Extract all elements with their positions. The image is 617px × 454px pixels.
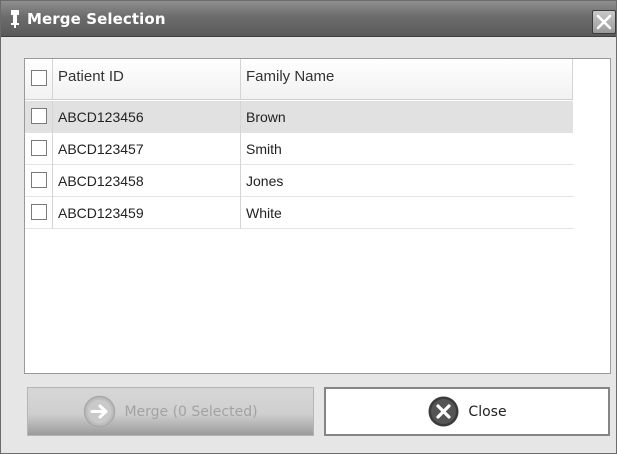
table-row[interactable]: ABCD123457 Smith	[25, 133, 573, 165]
column-divider	[240, 133, 241, 165]
arrow-right-circle-icon	[84, 395, 116, 428]
title-bar[interactable]: Merge Selection	[1, 1, 616, 37]
cell-patient-id: ABCD123459	[58, 205, 144, 221]
column-header-family-name[interactable]: Family Name	[246, 68, 334, 85]
cell-patient-id: ABCD123458	[58, 173, 144, 189]
table-row[interactable]: ABCD123458 Jones	[25, 165, 573, 197]
cell-family-name: Jones	[246, 173, 284, 189]
close-window-button[interactable]	[592, 10, 616, 34]
close-button[interactable]: Close	[324, 387, 610, 436]
dialog-title: Merge Selection	[27, 10, 166, 28]
cell-patient-id: ABCD123456	[58, 109, 144, 125]
table-row[interactable]: ABCD123459 White	[25, 197, 573, 229]
row-checkbox[interactable]	[31, 140, 47, 156]
table-row[interactable]: ABCD123456 Brown	[25, 101, 573, 133]
column-divider	[240, 59, 241, 100]
row-checkbox[interactable]	[31, 108, 47, 124]
close-button-label: Close	[468, 403, 507, 420]
row-checkbox[interactable]	[31, 204, 47, 220]
merge-button-label: Merge (0 Selected)	[124, 403, 258, 420]
grid-header: Patient ID Family Name	[25, 59, 573, 100]
cell-family-name: Smith	[246, 141, 282, 157]
close-icon	[596, 14, 612, 30]
cell-patient-id: ABCD123457	[58, 141, 144, 157]
select-all-checkbox[interactable]	[31, 70, 47, 86]
row-checkbox[interactable]	[31, 172, 47, 188]
pin-icon	[11, 10, 19, 28]
cell-family-name: White	[246, 205, 282, 221]
close-circle-icon	[428, 396, 459, 427]
column-divider	[240, 165, 241, 197]
merge-selection-dialog: Merge Selection Patient ID Family Name A…	[0, 0, 617, 454]
column-divider	[52, 59, 53, 100]
patient-grid: Patient ID Family Name ABCD123456 Brown …	[24, 58, 611, 374]
column-divider	[240, 197, 241, 229]
merge-button[interactable]: Merge (0 Selected)	[27, 387, 314, 436]
column-divider	[52, 133, 53, 165]
column-divider	[52, 165, 53, 197]
column-divider	[572, 59, 573, 100]
cell-family-name: Brown	[246, 109, 286, 125]
column-divider	[240, 101, 241, 133]
column-divider	[52, 101, 53, 133]
column-divider	[52, 197, 53, 229]
column-header-patient-id[interactable]: Patient ID	[58, 68, 124, 85]
